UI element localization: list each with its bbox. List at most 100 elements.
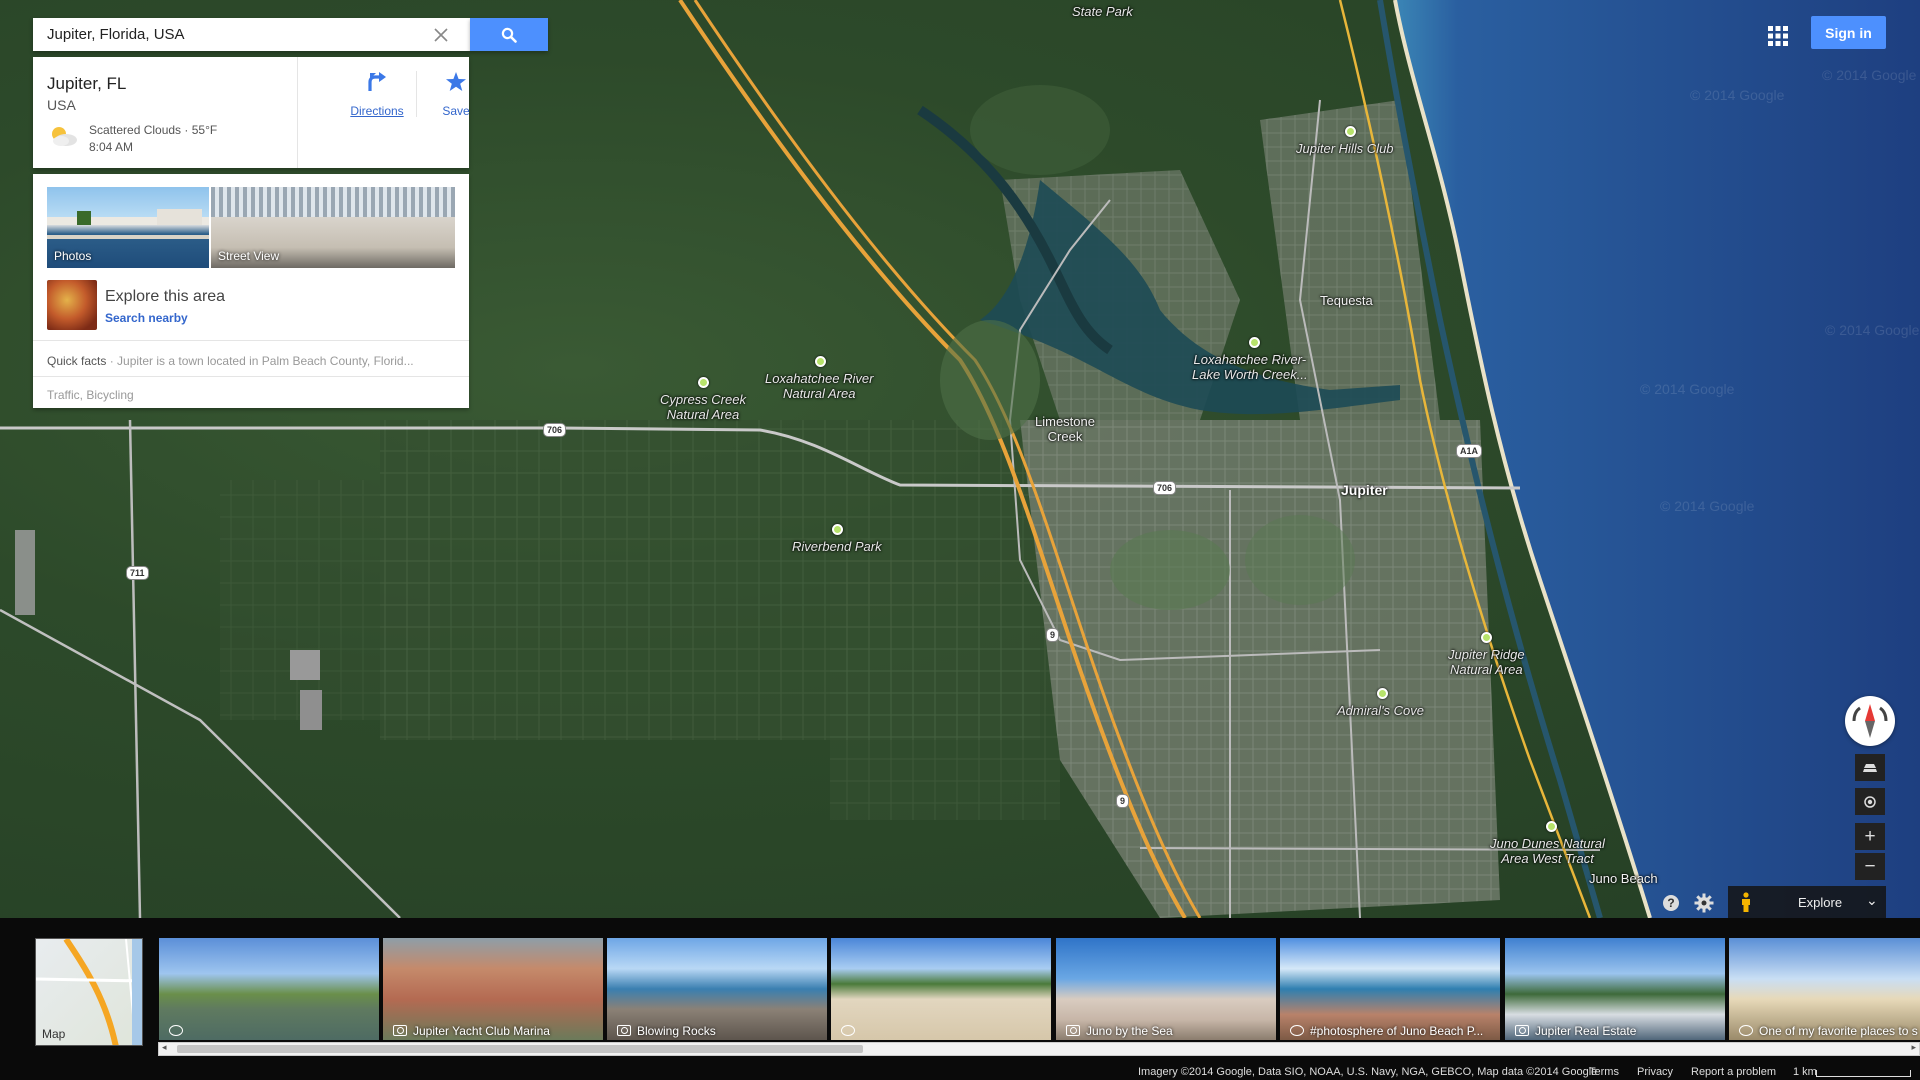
place-info-card: Jupiter, FL USA Scattered Clouds · 55°F … (33, 57, 470, 168)
state-park-label: State Park (1072, 4, 1133, 19)
terms-link[interactable]: Terms (1589, 1066, 1619, 1078)
scrollbar-thumb[interactable] (177, 1045, 863, 1053)
street-view-thumbnail[interactable]: Street View (211, 187, 455, 268)
report-problem-link[interactable]: Report a problem (1691, 1066, 1776, 1078)
poi-marker[interactable] (1345, 126, 1356, 137)
photo-filmstrip: Map Jupiter Yacht Club Marina Blowing Ro… (0, 918, 1920, 1080)
poi-marker[interactable] (1249, 337, 1260, 348)
cypress-creek-label[interactable]: Cypress Creek Natural Area (660, 392, 746, 422)
help-icon[interactable]: ? (1662, 894, 1680, 912)
admirals-cove-label[interactable]: Admiral's Cove (1337, 703, 1424, 718)
directions-button[interactable]: Directions (339, 71, 415, 118)
chevron-down-icon: ⌄ (1866, 892, 1878, 908)
poi-marker[interactable] (1481, 632, 1492, 643)
photos-thumbnail[interactable]: Photos (47, 187, 209, 268)
route-shield: 9 (1046, 628, 1060, 642)
search-box (33, 18, 470, 51)
filmstrip-photo[interactable]: Jupiter Yacht Club Marina (383, 938, 603, 1040)
explore-toggle[interactable]: Explore ⌄ (1728, 886, 1886, 918)
gear-icon[interactable] (1694, 893, 1714, 913)
weather-summary: Scattered Clouds · 55°F (89, 123, 218, 137)
filmstrip-photo[interactable]: Jupiter Real Estate (1505, 938, 1725, 1040)
partly-cloudy-icon (52, 127, 77, 146)
quick-facts-label: Quick facts (47, 354, 107, 368)
google-watermark: © 2014 Google (1640, 381, 1735, 397)
quick-facts-text: · Jupiter is a town located in Palm Beac… (106, 354, 414, 368)
filmstrip-photo[interactable]: One of my favorite places to s (1729, 938, 1920, 1040)
tequesta-label[interactable]: Tequesta (1320, 293, 1373, 308)
scale-label[interactable]: 1 km (1793, 1066, 1817, 1078)
my-location-button[interactable] (1855, 788, 1885, 815)
clear-search-button[interactable] (423, 18, 459, 51)
search-nearby-link[interactable]: Search nearby (105, 311, 188, 325)
photo-caption: Blowing Rocks (637, 1024, 716, 1038)
weather-time: 8:04 AM (89, 140, 134, 154)
search-button[interactable] (470, 18, 548, 51)
search-input[interactable] (33, 18, 423, 51)
riverbend-park-label[interactable]: Riverbend Park (792, 539, 882, 554)
place-country: USA (47, 97, 76, 113)
zoom-in-button[interactable]: + (1855, 823, 1885, 850)
explore-area-row[interactable]: Explore this area Search nearby (47, 280, 457, 330)
divider (33, 376, 469, 377)
filmstrip-photo[interactable] (831, 938, 1051, 1040)
sign-in-button[interactable]: Sign in (1811, 16, 1886, 49)
camera-icon (1515, 1025, 1529, 1036)
poi-marker[interactable] (815, 356, 826, 367)
filmstrip-photo[interactable]: #photosphere of Juno Beach P... (1280, 938, 1500, 1040)
poi-marker[interactable] (1546, 821, 1557, 832)
svg-text:?: ? (1667, 896, 1674, 910)
explore-image (47, 280, 97, 330)
directions-icon (368, 72, 386, 91)
poi-marker[interactable] (832, 524, 843, 535)
filmstrip-photo[interactable]: Blowing Rocks (607, 938, 827, 1040)
media-card: Photos Street View Explore this area Sea… (33, 174, 469, 408)
route-shield: 706 (543, 423, 567, 437)
map-view-thumbnail[interactable]: Map (35, 938, 143, 1046)
save-button[interactable]: Save (418, 71, 494, 118)
filmstrip-photo[interactable] (159, 938, 379, 1040)
camera-icon (1066, 1025, 1080, 1036)
save-label: Save (442, 104, 470, 118)
juno-beach-label[interactable]: Juno Beach (1589, 871, 1658, 886)
filmstrip-photo[interactable]: Juno by the Sea (1056, 938, 1276, 1040)
limestone-creek-label[interactable]: Limestone Creek (1035, 414, 1095, 444)
route-shield: 706 (1153, 481, 1177, 495)
scroll-left-icon[interactable]: ◂ (162, 1042, 167, 1053)
juno-dunes-label[interactable]: Juno Dunes Natural Area West Tract (1490, 836, 1605, 866)
map-footer: Imagery ©2014 Google, Data SIO, NOAA, U.… (1130, 1066, 1920, 1080)
scroll-right-icon[interactable]: ▸ (1911, 1042, 1916, 1053)
explore-title: Explore this area (105, 288, 226, 305)
apps-grid-icon[interactable] (1767, 25, 1789, 47)
jupiter-city-label[interactable]: Jupiter (1341, 482, 1388, 498)
zoom-out-button[interactable]: − (1855, 853, 1885, 880)
street-view-label: Street View (218, 249, 280, 263)
filmstrip-scrollbar[interactable]: ◂ ▸ (158, 1042, 1920, 1056)
quick-facts[interactable]: Quick facts · Jupiter is a town located … (47, 354, 462, 368)
pegman-icon[interactable] (1740, 892, 1752, 912)
attribution-text: Imagery ©2014 Google, Data SIO, NOAA, U.… (1138, 1066, 1598, 1078)
poi-marker[interactable] (1377, 688, 1388, 699)
camera-icon (617, 1025, 631, 1036)
google-watermark: © 2014 Google (1825, 322, 1920, 338)
photo-caption: Jupiter Real Estate (1535, 1024, 1637, 1038)
poi-marker[interactable] (698, 377, 709, 388)
route-shield: 9 (1116, 794, 1130, 808)
photo-caption: Jupiter Yacht Club Marina (413, 1024, 550, 1038)
loxahatchee-lake-worth-label[interactable]: Loxahatchee River- Lake Worth Creek... (1192, 352, 1308, 382)
photo-caption: Juno by the Sea (1086, 1024, 1173, 1038)
map-layers-link[interactable]: Traffic, Bicycling (47, 388, 134, 402)
divider (297, 57, 298, 168)
jupiter-ridge-label[interactable]: Jupiter Ridge Natural Area (1448, 647, 1525, 677)
scale-bar (1816, 1070, 1911, 1077)
jupiter-hills-club-label[interactable]: Jupiter Hills Club (1296, 141, 1394, 156)
privacy-link[interactable]: Privacy (1637, 1066, 1673, 1078)
photosphere-icon (169, 1025, 183, 1036)
tilt-icon (1863, 763, 1877, 772)
photo-caption: #photosphere of Juno Beach P... (1310, 1024, 1484, 1038)
loxahatchee-natural-area-label[interactable]: Loxahatchee River Natural Area (765, 371, 873, 401)
compass-button[interactable] (1845, 696, 1895, 746)
tilt-button[interactable] (1855, 754, 1885, 781)
my-location-icon (1864, 795, 1876, 808)
compass-icon (1852, 704, 1888, 738)
